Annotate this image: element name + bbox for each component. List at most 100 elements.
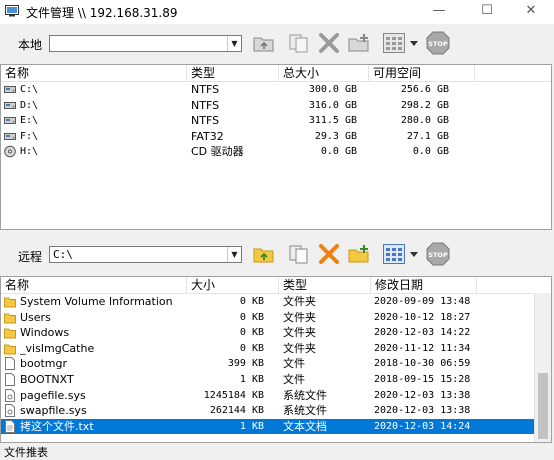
table-row[interactable]: _visImgCathe 0 KB 文件夹 2020-11-12 11:34 xyxy=(1,341,551,356)
column-header-total[interactable]: 总大小 xyxy=(279,65,369,81)
local-file-list[interactable]: 名称 类型 总大小 可用空间 C:\ NTFS 300.0 GB 256.6 GB D:… xyxy=(0,64,552,230)
drive-icon xyxy=(4,132,16,140)
vertical-scrollbar[interactable] xyxy=(534,293,551,442)
window-title: 文件管理 \\ 192.168.31.89 xyxy=(26,6,178,20)
cell-type: NTFS xyxy=(191,83,220,96)
cell-name: System Volume Information xyxy=(20,295,173,308)
cell-name: C:\ xyxy=(20,84,39,95)
cell-free: 0.0 GB xyxy=(412,146,449,158)
cell-type: FAT32 xyxy=(191,129,224,143)
system-file-icon xyxy=(5,388,15,402)
remote-path-value: C:\ xyxy=(53,248,73,261)
cell-type: 文件夹 xyxy=(283,295,316,308)
cell-name: F:\ xyxy=(20,130,39,142)
column-header-name[interactable]: 名称 xyxy=(1,65,187,81)
table-row[interactable]: BOOTNXT 1 KB 文件 2018-09-15 15:28 xyxy=(1,372,551,387)
cell-date: 2020-09-09 13:48 xyxy=(374,296,471,307)
folder-icon xyxy=(4,297,16,308)
column-header-type[interactable]: 类型 xyxy=(187,65,279,81)
cell-size: 1 KB xyxy=(239,374,264,385)
up-folder-icon[interactable] xyxy=(252,242,276,266)
delete-icon[interactable] xyxy=(317,31,341,55)
column-header-free[interactable]: 可用空间 xyxy=(369,65,475,81)
folder-icon xyxy=(4,328,16,339)
text-file-icon xyxy=(5,419,15,433)
table-row[interactable]: swapfile.sys 262144 KB 系统文件 2020-12-03 13:3… xyxy=(1,403,551,418)
cell-type: 文件夹 xyxy=(283,326,316,340)
table-row[interactable]: Windows 0 KB 文件夹 2020-12-03 14:22 xyxy=(1,325,551,340)
table-row[interactable]: Users 0 KB 文件夹 2020-10-12 18:27 xyxy=(1,310,551,325)
remote-list-header: 名称 大小 类型 修改日期 xyxy=(1,277,551,294)
copy-icon[interactable] xyxy=(287,242,311,266)
remote-path-combo[interactable]: C:\ ▼ xyxy=(49,246,242,263)
view-dropdown-icon[interactable] xyxy=(408,31,420,55)
cell-name: E:\ xyxy=(20,115,39,127)
view-icon[interactable] xyxy=(382,242,406,266)
cell-free: 298.2 GB xyxy=(400,99,449,111)
cell-type: 文件夹 xyxy=(283,341,316,355)
cell-size: 262144 KB xyxy=(209,405,264,417)
stop-icon[interactable]: STOP xyxy=(426,31,450,55)
cell-name: H:\ xyxy=(20,146,39,158)
cell-size: 0 KB xyxy=(239,327,264,339)
table-row[interactable]: bootmgr 399 KB 文件 2018-10-30 06:59 xyxy=(1,356,551,371)
cell-name: Users xyxy=(20,310,51,324)
cell-size: 0 KB xyxy=(239,342,264,354)
cell-name: bootmgr xyxy=(20,357,67,371)
delete-icon[interactable] xyxy=(317,242,341,266)
cell-date: 2020-10-12 18:27 xyxy=(374,311,471,323)
cell-name: swapfile.sys xyxy=(20,404,87,418)
table-row[interactable]: D:\ NTFS 316.0 GB 298.2 GB xyxy=(1,98,551,113)
cell-type: 文件 xyxy=(283,373,305,386)
view-icon[interactable] xyxy=(382,31,406,55)
cell-type: 文件夹 xyxy=(283,310,316,324)
column-header-type[interactable]: 类型 xyxy=(279,277,371,293)
cell-date: 2018-09-15 15:28 xyxy=(374,374,471,385)
drive-icon xyxy=(4,101,16,109)
cell-date: 2018-10-30 06:59 xyxy=(374,358,471,370)
column-header-size[interactable]: 大小 xyxy=(187,277,279,293)
copy-icon[interactable] xyxy=(287,31,311,55)
minimize-button[interactable]: — xyxy=(416,0,462,24)
local-label: 本地 xyxy=(18,38,43,52)
table-row[interactable]: 拷这个文件.txt 1 KB 文本文档 2020-12-03 14:24 xyxy=(1,418,551,434)
table-row[interactable]: E:\ NTFS 311.5 GB 280.0 GB xyxy=(1,113,551,128)
app-icon xyxy=(5,5,19,17)
cell-free: 27.1 GB xyxy=(406,130,449,142)
new-folder-icon[interactable] xyxy=(347,242,371,266)
local-list-header: 名称 类型 总大小 可用空间 xyxy=(1,65,551,82)
local-path-combo[interactable]: ▼ xyxy=(49,35,242,52)
table-row[interactable]: pagefile.sys 1245184 KB 系统文件 2020-12-03 13:… xyxy=(1,388,551,403)
cell-date: 2020-12-03 13:38 xyxy=(374,405,471,417)
cell-free: 280.0 GB xyxy=(400,115,449,127)
close-button[interactable]: ✕ xyxy=(508,0,554,24)
chevron-down-icon[interactable]: ▼ xyxy=(227,36,241,51)
cd-drive-icon xyxy=(4,146,16,158)
stop-icon[interactable]: STOP xyxy=(426,242,450,266)
cell-name: 拷这个文件.txt xyxy=(20,419,94,433)
folder-icon xyxy=(4,313,16,324)
table-row[interactable]: System Volume Information 0 KB 文件夹 2020-09-… xyxy=(1,294,551,309)
up-folder-icon[interactable] xyxy=(252,31,276,55)
column-header-date[interactable]: 修改日期 xyxy=(371,277,477,293)
cell-total: 311.5 GB xyxy=(308,115,357,127)
cell-type: 文本文档 xyxy=(283,419,327,433)
status-bar: 文件推表 xyxy=(0,443,554,459)
new-folder-icon[interactable] xyxy=(347,31,371,55)
table-row[interactable]: F:\ FAT32 29.3 GB 27.1 GB xyxy=(1,129,551,144)
remote-toolbar: 远程 C:\ ▼ STOP xyxy=(0,236,554,276)
cell-name: pagefile.sys xyxy=(20,388,86,402)
chevron-down-icon[interactable]: ▼ xyxy=(227,247,241,262)
table-row[interactable]: H:\ CD 驱动器 0.0 GB 0.0 GB xyxy=(1,144,551,159)
table-row[interactable]: C:\ NTFS 300.0 GB 256.6 GB xyxy=(1,82,551,97)
cell-date: 2020-12-03 13:38 xyxy=(374,389,471,401)
column-header-name[interactable]: 名称 xyxy=(1,277,187,293)
remote-label: 远程 xyxy=(18,250,43,264)
maximize-button[interactable]: ☐ xyxy=(464,0,510,24)
scrollbar-thumb[interactable] xyxy=(538,373,548,439)
cell-name: _visImgCathe xyxy=(20,341,95,355)
cell-type: NTFS xyxy=(191,114,220,128)
view-dropdown-icon[interactable] xyxy=(408,242,420,266)
cell-name: Windows xyxy=(20,326,70,340)
remote-file-list[interactable]: 名称 大小 类型 修改日期 System Volume Information 0… xyxy=(0,276,552,443)
